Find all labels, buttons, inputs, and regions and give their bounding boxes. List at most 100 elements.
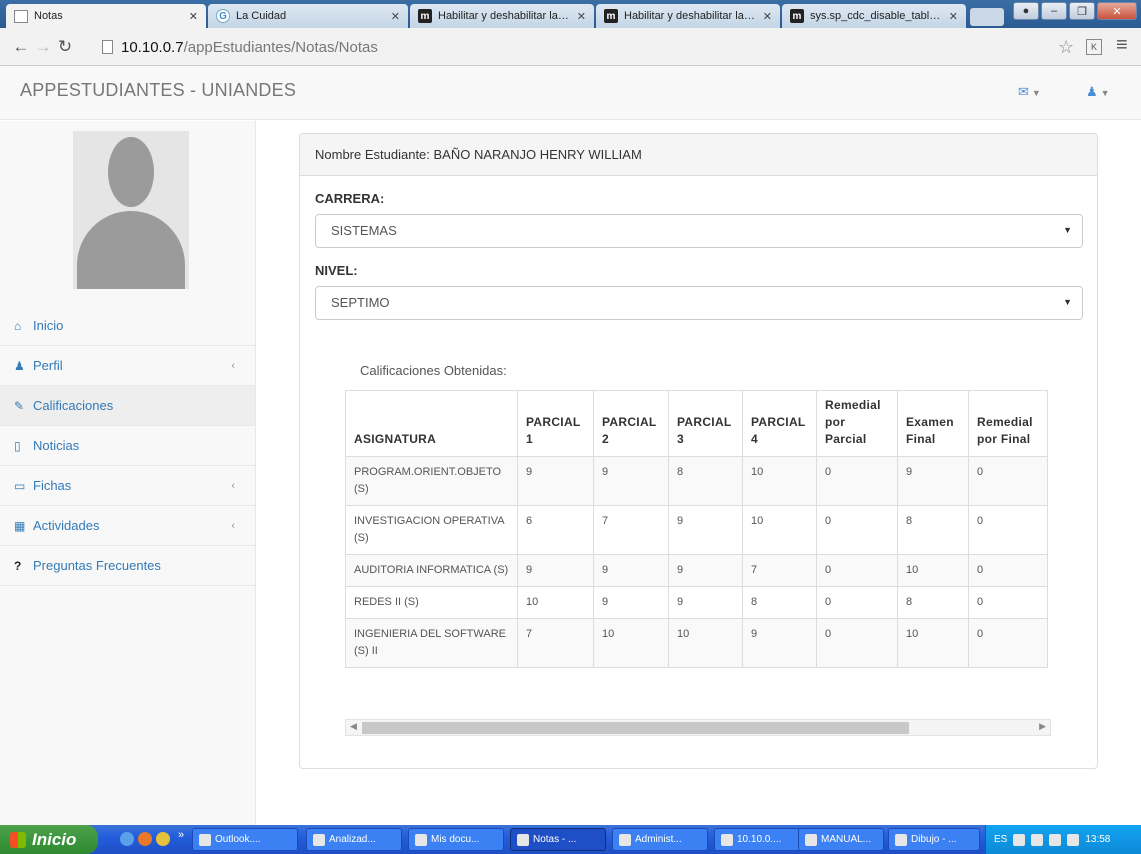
table-cell: 0: [968, 586, 1048, 619]
chevron-left-icon: ‹: [231, 479, 235, 492]
minimize-button[interactable]: –: [1041, 2, 1067, 20]
taskbar-item-notas[interactable]: Notas - ...: [510, 828, 606, 851]
taskbar-item-analizador[interactable]: Analizad...: [306, 828, 402, 851]
google-icon: G: [216, 9, 230, 23]
table-cell: AUDITORIA INFORMATICA (S): [345, 554, 518, 587]
table-cell: 10: [668, 618, 743, 668]
close-icon[interactable]: ✕: [949, 10, 958, 23]
table-cell: 9: [593, 586, 669, 619]
close-icon[interactable]: ✕: [763, 10, 772, 23]
sidebar-item-fichas[interactable]: ▭ Fichas ‹: [0, 466, 255, 506]
firefox-icon[interactable]: [138, 832, 152, 846]
table-cell: 9: [897, 456, 969, 506]
chrome-icon[interactable]: [156, 832, 170, 846]
url-host: 10.10.0.7: [121, 38, 184, 56]
url-path: /appEstudiantes/Notas/Notas: [183, 38, 378, 56]
table-cell: 9: [517, 456, 594, 506]
sidebar-item-preguntas-frecuentes[interactable]: ? Preguntas Frecuentes: [0, 546, 255, 586]
close-window-button[interactable]: ✕: [1097, 2, 1137, 20]
taskbar-item-remote[interactable]: 10.10.0....: [714, 828, 810, 851]
caret-down-icon: ▼: [1063, 297, 1072, 307]
column-header: PARCIAL 2: [593, 390, 669, 457]
grades-panel: Nombre Estudiante: BAÑO NARANJO HENRY WI…: [299, 133, 1098, 769]
taskbar-item-dibujo[interactable]: Dibujo - ...: [888, 828, 980, 851]
tab-title: Habilitar y deshabilitar la cap: [624, 10, 757, 22]
browser-tab-notas[interactable]: Notas ✕: [6, 4, 206, 28]
table-cell: 10: [742, 505, 817, 555]
chevron-more-icon[interactable]: »: [178, 829, 184, 841]
table-cell: 9: [742, 618, 817, 668]
url-input[interactable]: 10.10.0.7/appEstudiantes/Notas/Notas: [102, 34, 1052, 60]
start-button[interactable]: Inicio: [0, 825, 98, 854]
table-horizontal-scrollbar[interactable]: ◀ ▶: [345, 719, 1051, 736]
sidebar-item-label: Inicio: [33, 318, 64, 333]
column-header: Remedial por Parcial: [816, 390, 898, 457]
sidebar-menu: ⌂ Inicio ♟ Perfil ‹ ✎ Calificaciones ▯ N…: [0, 306, 255, 586]
back-icon[interactable]: ←: [10, 37, 32, 57]
app-brand[interactable]: APPESTUDIANTES - UNIANDES: [20, 80, 296, 101]
taskbar-item-outlook[interactable]: Outlook....: [192, 828, 298, 851]
scroll-right-icon[interactable]: ▶: [1039, 721, 1046, 732]
security-icon[interactable]: [1067, 833, 1080, 846]
table-header-row: ASIGNATURA PARCIAL 1 PARCIAL 2 PARCIAL 3…: [345, 390, 1048, 457]
table-row: INVESTIGACION OPERATIVA (S) 6 7 9 10 0 8…: [345, 505, 1048, 555]
bookmark-star-icon[interactable]: ☆: [1058, 37, 1074, 58]
new-tab-button[interactable]: [970, 8, 1004, 26]
nivel-selected-value: SEPTIMO: [331, 295, 390, 310]
taskbar-item-mis-documentos[interactable]: Mis docu...: [408, 828, 504, 851]
maximize-button[interactable]: ❐: [1069, 2, 1095, 20]
browser-tab-habilitar-2[interactable]: m Habilitar y deshabilitar la cap ✕: [596, 4, 780, 28]
user-dropdown[interactable]: ♟ ▼: [1086, 84, 1110, 100]
hamburger-menu-icon[interactable]: ≡: [1116, 34, 1128, 57]
app-navbar: APPESTUDIANTES - UNIANDES ✉ ▼ ♟ ▼: [0, 66, 1141, 120]
sidebar-item-perfil[interactable]: ♟ Perfil ‹: [0, 346, 255, 386]
language-indicator[interactable]: ES: [994, 834, 1007, 845]
sidebar-item-calificaciones[interactable]: ✎ Calificaciones: [0, 386, 255, 426]
network-icon[interactable]: [1031, 833, 1044, 846]
table-cell: 10: [897, 554, 969, 587]
table-cell: 8: [897, 505, 969, 555]
chevron-left-icon: ‹: [231, 519, 235, 532]
table-cell: 6: [517, 505, 594, 555]
start-label: Inicio: [32, 829, 77, 849]
close-icon[interactable]: ✕: [577, 10, 586, 23]
browser-tab-habilitar-1[interactable]: m Habilitar y deshabilitar la cap ✕: [410, 4, 594, 28]
table-cell: 0: [816, 586, 898, 619]
table-cell: 10: [517, 586, 594, 619]
table-row: PROGRAM.ORIENT.OBJETO (S) 9 9 8 10 0 9 0: [345, 456, 1048, 506]
table-cell: 0: [968, 505, 1048, 555]
table-cell: 0: [816, 554, 898, 587]
tray-arrow-icon[interactable]: [1013, 833, 1026, 846]
nivel-select[interactable]: SEPTIMO ▼: [315, 286, 1083, 320]
sidebar-item-label: Preguntas Frecuentes: [33, 558, 161, 573]
taskbar-item-administrador[interactable]: Administ...: [612, 828, 708, 851]
sidebar-item-inicio[interactable]: ⌂ Inicio: [0, 306, 255, 346]
sidebar-item-noticias[interactable]: ▯ Noticias: [0, 426, 255, 466]
clock: 13:58: [1085, 834, 1111, 845]
messages-dropdown[interactable]: ✉ ▼: [1018, 84, 1041, 100]
sidebar-item-label: Noticias: [33, 438, 80, 453]
close-icon[interactable]: ✕: [189, 10, 198, 23]
table-cell: 8: [742, 586, 817, 619]
chevron-left-icon: ‹: [231, 359, 235, 372]
taskbar-item-manual[interactable]: MANUAL...: [798, 828, 884, 851]
forward-icon[interactable]: →: [32, 37, 54, 57]
sidebar-item-actividades[interactable]: ▦ Actividades ‹: [0, 506, 255, 546]
browser-tab-la-cuidad[interactable]: G La Cuidad ✕: [208, 4, 408, 28]
ie-icon[interactable]: [120, 832, 134, 846]
sidebar-item-label: Perfil: [33, 358, 63, 373]
browser-tab-sys-cdc[interactable]: m sys.sp_cdc_disable_table (Tr ✕: [782, 4, 966, 28]
table-row: AUDITORIA INFORMATICA (S) 9 9 9 7 0 10 0: [345, 554, 1048, 587]
scrollbar-thumb[interactable]: [362, 722, 909, 734]
carrera-selected-value: SISTEMAS: [331, 223, 397, 238]
close-icon[interactable]: ✕: [391, 10, 400, 23]
column-header: Examen Final: [897, 390, 969, 457]
volume-icon[interactable]: [1049, 833, 1062, 846]
task-label: Administ...: [635, 834, 682, 845]
table-cell: 7: [742, 554, 817, 587]
extension-icon[interactable]: K: [1086, 39, 1102, 55]
user-icon[interactable]: ●: [1013, 2, 1039, 20]
reload-icon[interactable]: ↻: [54, 37, 76, 57]
carrera-select[interactable]: SISTEMAS ▼: [315, 214, 1083, 248]
scroll-left-icon[interactable]: ◀: [350, 721, 357, 732]
